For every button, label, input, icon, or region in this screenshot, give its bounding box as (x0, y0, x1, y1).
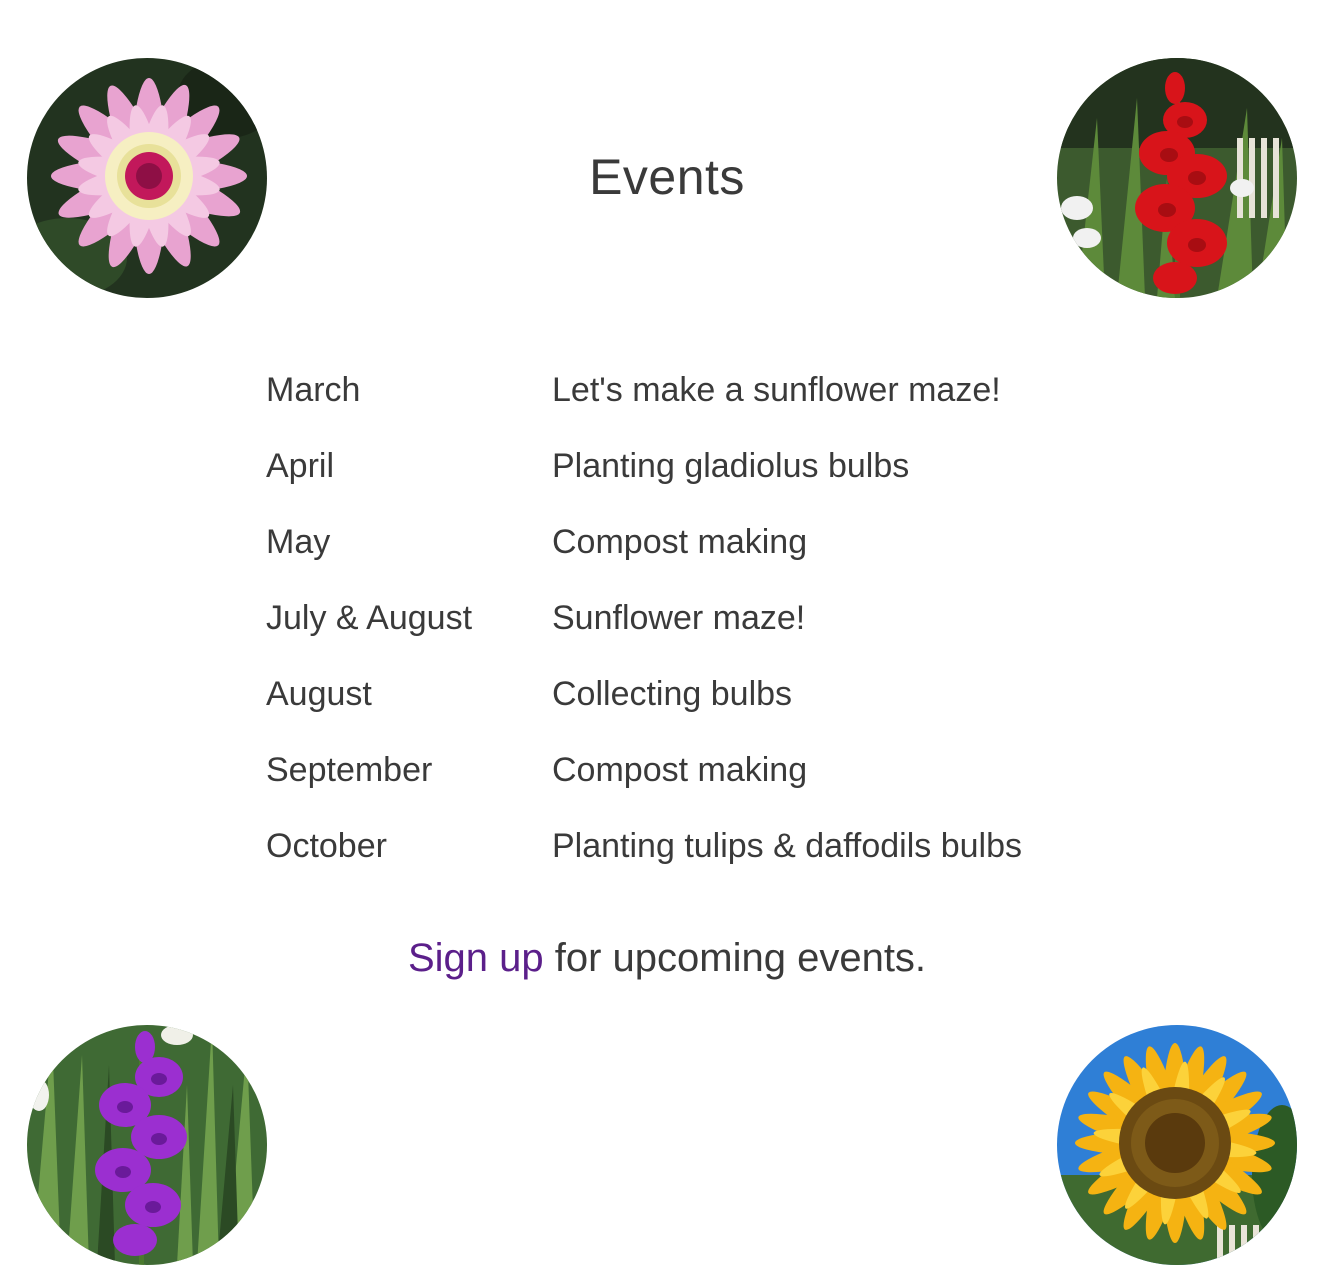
event-row: April Planting gladiolus bulbs (266, 428, 1086, 504)
event-month: October (266, 826, 387, 865)
event-month: August (266, 674, 372, 713)
event-description: Compost making (552, 522, 808, 561)
event-description: Compost making (552, 750, 808, 789)
event-month: July & August (266, 598, 473, 637)
signup-line: Sign up for upcoming events. (0, 936, 1334, 981)
sunflower-photo (1057, 1025, 1297, 1265)
event-description: Planting tulips & daffodils bulbs (552, 826, 1023, 865)
event-row: October Planting tulips & daffodils bulb… (266, 808, 1086, 884)
signup-text: for upcoming events. (543, 936, 927, 980)
event-description: Collecting bulbs (552, 674, 793, 713)
event-description: Planting gladiolus bulbs (552, 446, 910, 485)
page-title: Events (589, 149, 745, 205)
event-row: July & August Sunflower maze! (266, 580, 1086, 656)
signup-link[interactable]: Sign up (408, 936, 544, 980)
event-row: August Collecting bulbs (266, 656, 1086, 732)
event-month: September (266, 750, 433, 789)
event-row: May Compost making (266, 504, 1086, 580)
events-list: March Let's make a sunflower maze! April… (266, 352, 1086, 884)
event-row: September Compost making (266, 732, 1086, 808)
purple-gladiolus-photo (27, 1025, 267, 1265)
event-description: Sunflower maze! (552, 598, 806, 637)
event-month: April (266, 446, 335, 485)
event-month: May (266, 522, 331, 561)
event-row: March Let's make a sunflower maze! (266, 352, 1086, 428)
event-month: March (266, 370, 361, 409)
event-description: Let's make a sunflower maze! (552, 370, 1001, 409)
